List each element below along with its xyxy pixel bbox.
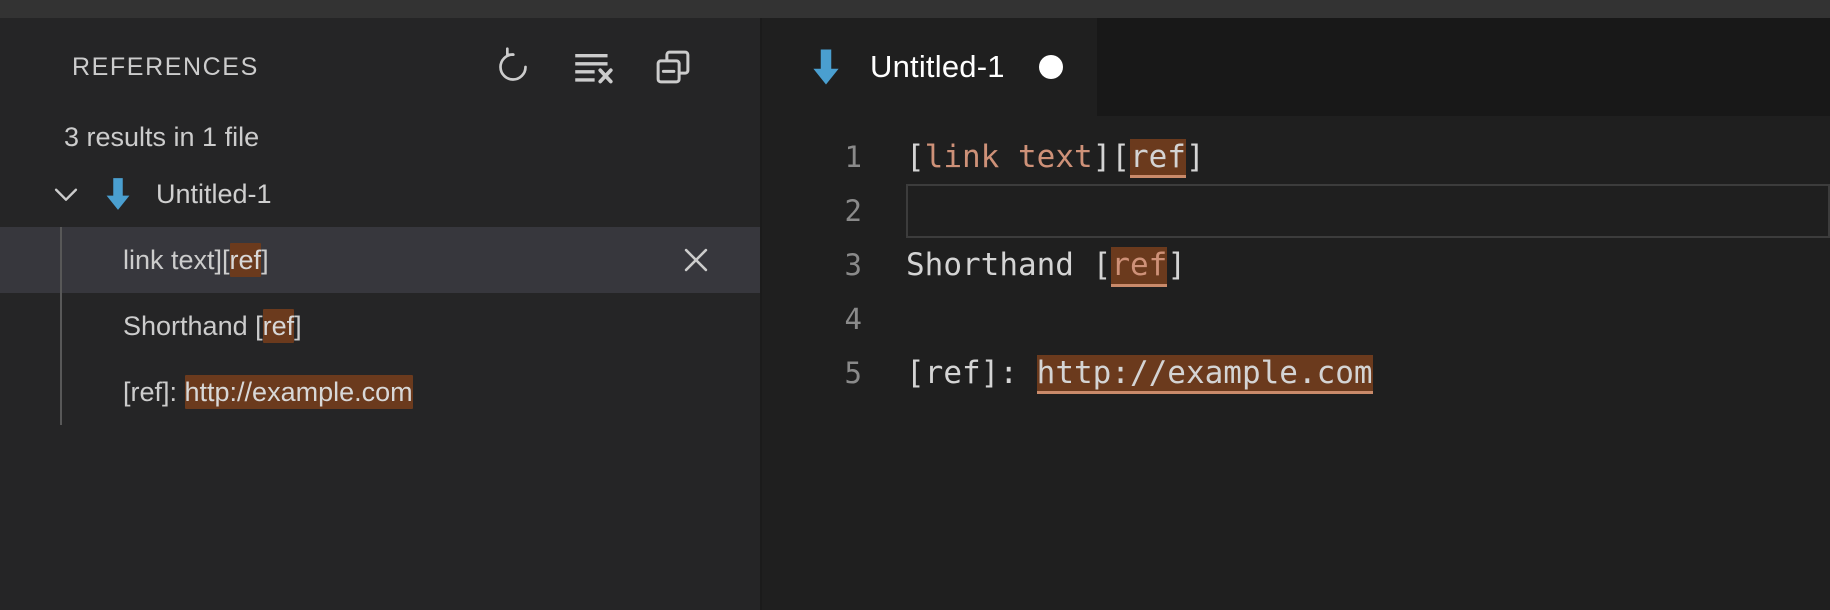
result-row-2-text: Shorthand [ref]	[123, 313, 302, 340]
clear-all-icon	[572, 47, 614, 87]
code-line-1-content: [link text][ref]	[890, 139, 1205, 175]
chevron-down-icon[interactable]	[46, 174, 86, 214]
panel-title: REFERENCES	[72, 53, 259, 82]
clear-results-button[interactable]	[570, 44, 616, 90]
line-number: 5	[762, 356, 890, 390]
code-line-4: 4	[762, 292, 1830, 346]
result-prefix: [ref]:	[123, 377, 185, 407]
current-line-highlight	[906, 184, 1830, 238]
match-highlight: ref	[263, 309, 295, 343]
indent-guide	[60, 359, 62, 425]
results-summary: 3 results in 1 file	[0, 116, 760, 161]
match-highlight: http://example.com	[185, 375, 413, 409]
result-prefix: link text][	[123, 245, 230, 275]
token: ]	[1186, 139, 1205, 175]
code-line-3-content: Shorthand [ref]	[890, 247, 1186, 283]
line-number: 3	[762, 248, 890, 282]
tabbar-empty-space	[1097, 18, 1830, 116]
workbench-body: REFERENCES	[0, 18, 1830, 610]
vscode-window: REFERENCES	[0, 0, 1830, 610]
unsaved-dot-icon[interactable]	[1039, 55, 1063, 79]
references-panel: REFERENCES	[0, 18, 760, 610]
code-line-5-content: [ref]: http://example.com	[890, 355, 1373, 391]
indent-guide	[60, 227, 62, 293]
code-line-1: 1 [link text][ref]	[762, 130, 1830, 184]
tree-file-row-untitled-1[interactable]: Untitled-1	[0, 161, 760, 227]
line-number: 4	[762, 302, 890, 336]
close-icon[interactable]	[674, 238, 718, 282]
result-suffix: ]	[294, 311, 302, 341]
tab-untitled-1[interactable]: Untitled-1	[762, 18, 1097, 116]
markdown-file-icon	[98, 174, 138, 214]
token: [	[906, 139, 925, 175]
tree-file-name: Untitled-1	[156, 179, 272, 210]
indent-guide	[60, 293, 62, 359]
code-line-5: 5 [ref]: http://example.com	[762, 346, 1830, 400]
token-occurrence-url: http://example.com	[1037, 355, 1373, 394]
editor-tabbar: Untitled-1	[762, 18, 1830, 116]
collapse-all-button[interactable]	[650, 44, 696, 90]
token: Shorthand [	[906, 247, 1111, 283]
result-row-2[interactable]: Shorthand [ref]	[0, 293, 760, 359]
result-prefix: Shorthand [	[123, 311, 263, 341]
panel-actions	[490, 44, 730, 90]
match-highlight: ref	[230, 243, 262, 277]
references-panel-header: REFERENCES	[0, 18, 760, 116]
refresh-icon	[493, 47, 533, 87]
line-number: 2	[762, 194, 890, 228]
editor-group: Untitled-1 1 [link text][ref] 2 3 Shorth…	[762, 18, 1830, 610]
result-row-1-text: link text][ref]	[123, 247, 269, 274]
token-occurrence: ref	[1111, 247, 1167, 287]
window-top-strip	[0, 0, 1830, 18]
collapse-all-icon	[652, 46, 694, 88]
code-line-2: 2	[762, 184, 1830, 238]
token-occurrence: ref	[1130, 139, 1186, 178]
code-line-3: 3 Shorthand [ref]	[762, 238, 1830, 292]
result-suffix: ]	[261, 245, 269, 275]
token: ][	[1093, 139, 1130, 175]
refresh-button[interactable]	[490, 44, 536, 90]
token: ]	[1167, 247, 1186, 283]
results-tree: Untitled-1 link text][ref] Shorthand [re…	[0, 161, 760, 425]
result-row-3-text: [ref]: http://example.com	[123, 379, 413, 406]
token: [ref]:	[906, 355, 1037, 391]
code-editor[interactable]: 1 [link text][ref] 2 3 Shorthand [ref] 4…	[762, 116, 1830, 610]
markdown-file-icon	[806, 44, 846, 90]
result-row-1[interactable]: link text][ref]	[0, 227, 760, 293]
token-link-text: link text	[925, 139, 1093, 175]
line-number: 1	[762, 140, 890, 174]
tab-label: Untitled-1	[870, 49, 1005, 85]
result-row-3[interactable]: [ref]: http://example.com	[0, 359, 760, 425]
